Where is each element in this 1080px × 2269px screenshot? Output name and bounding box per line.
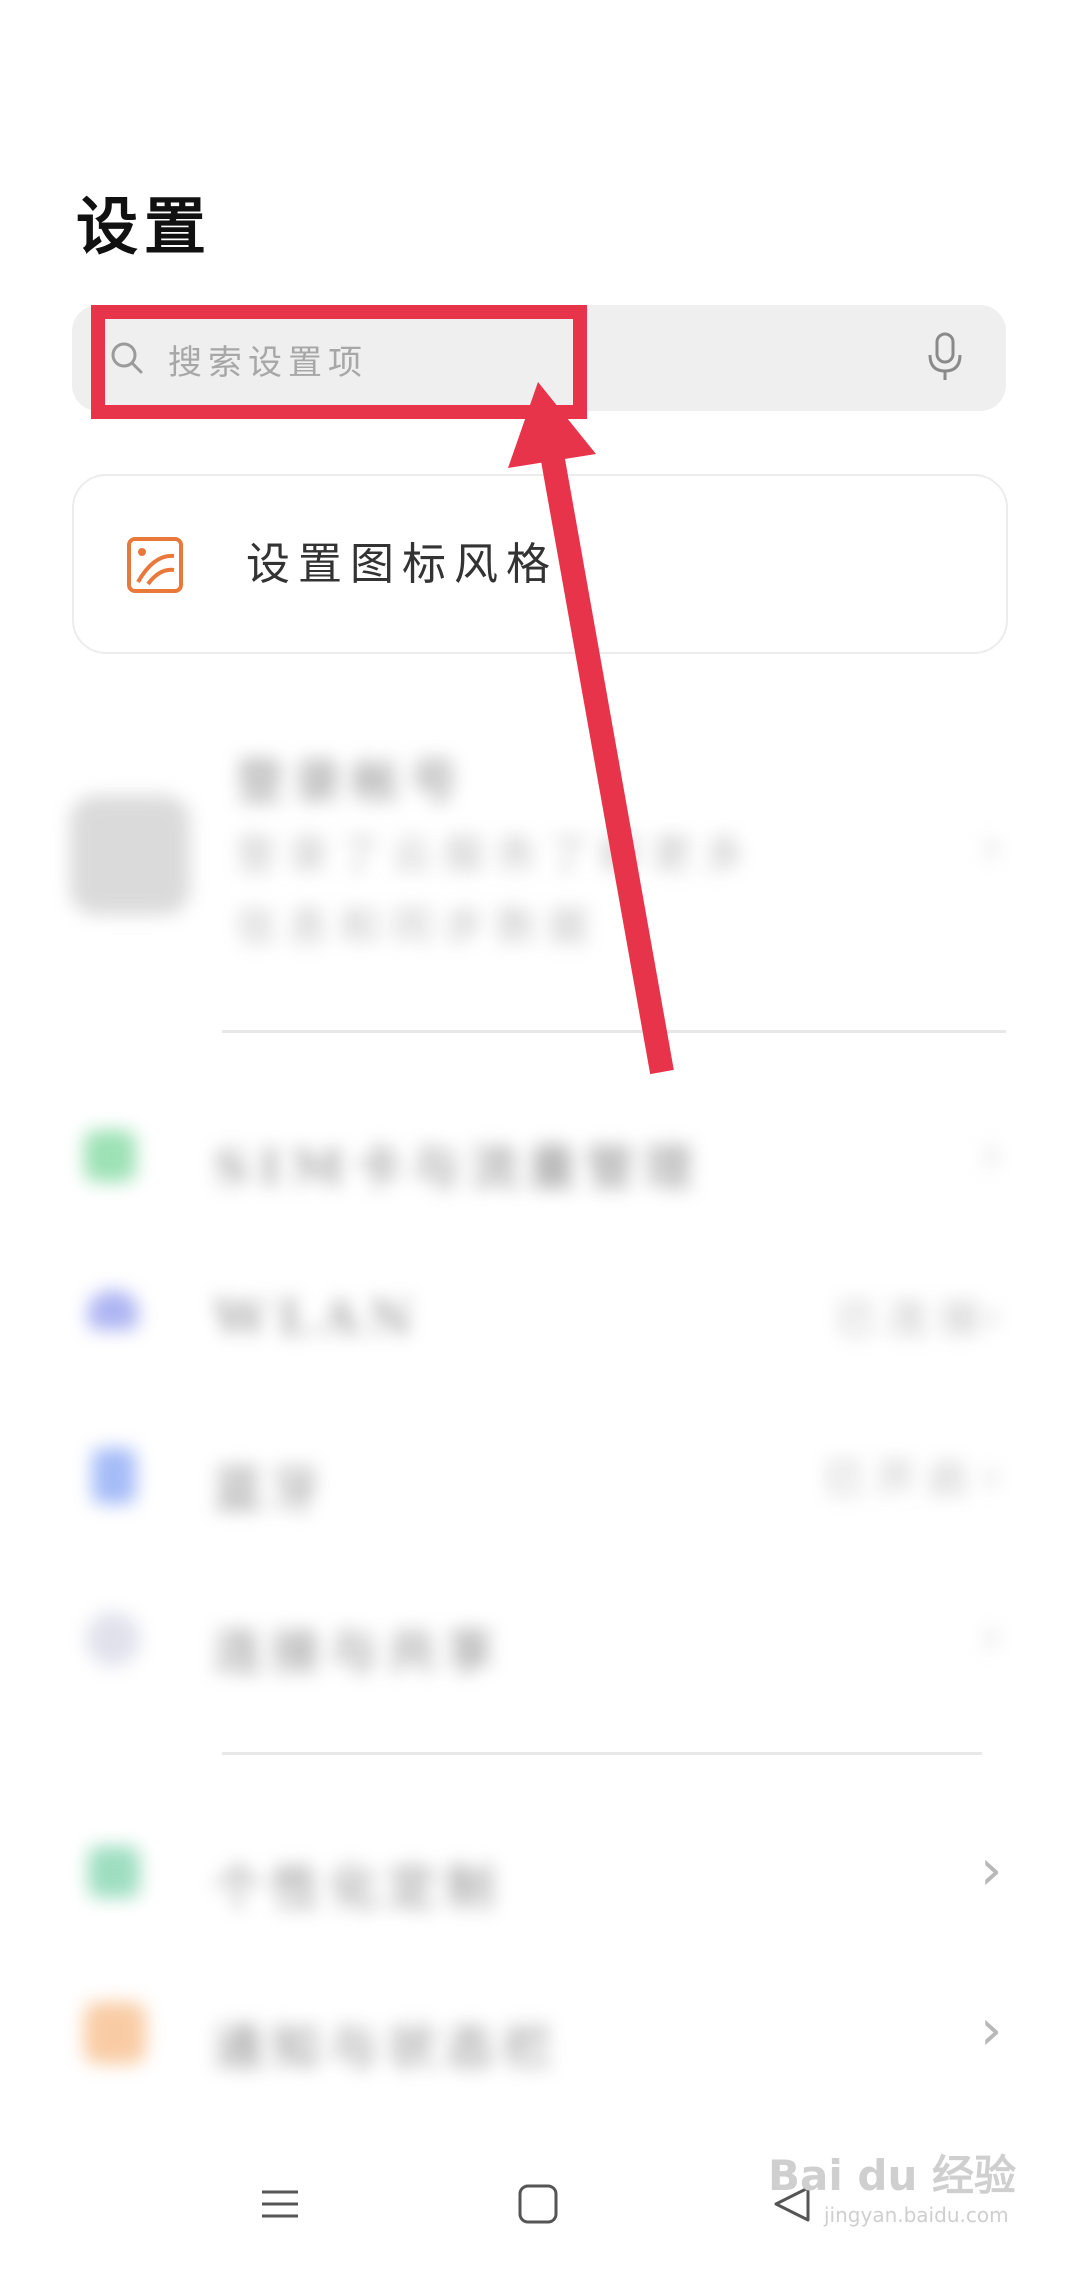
watermark-url: jingyan.baidu.com	[824, 2203, 1009, 2227]
watermark-brand: Bai du 经验	[768, 2151, 1016, 2200]
watermark: Bai du 经验 jingyan.baidu.com	[768, 2142, 1016, 2227]
annotation-arrow	[508, 382, 674, 1075]
